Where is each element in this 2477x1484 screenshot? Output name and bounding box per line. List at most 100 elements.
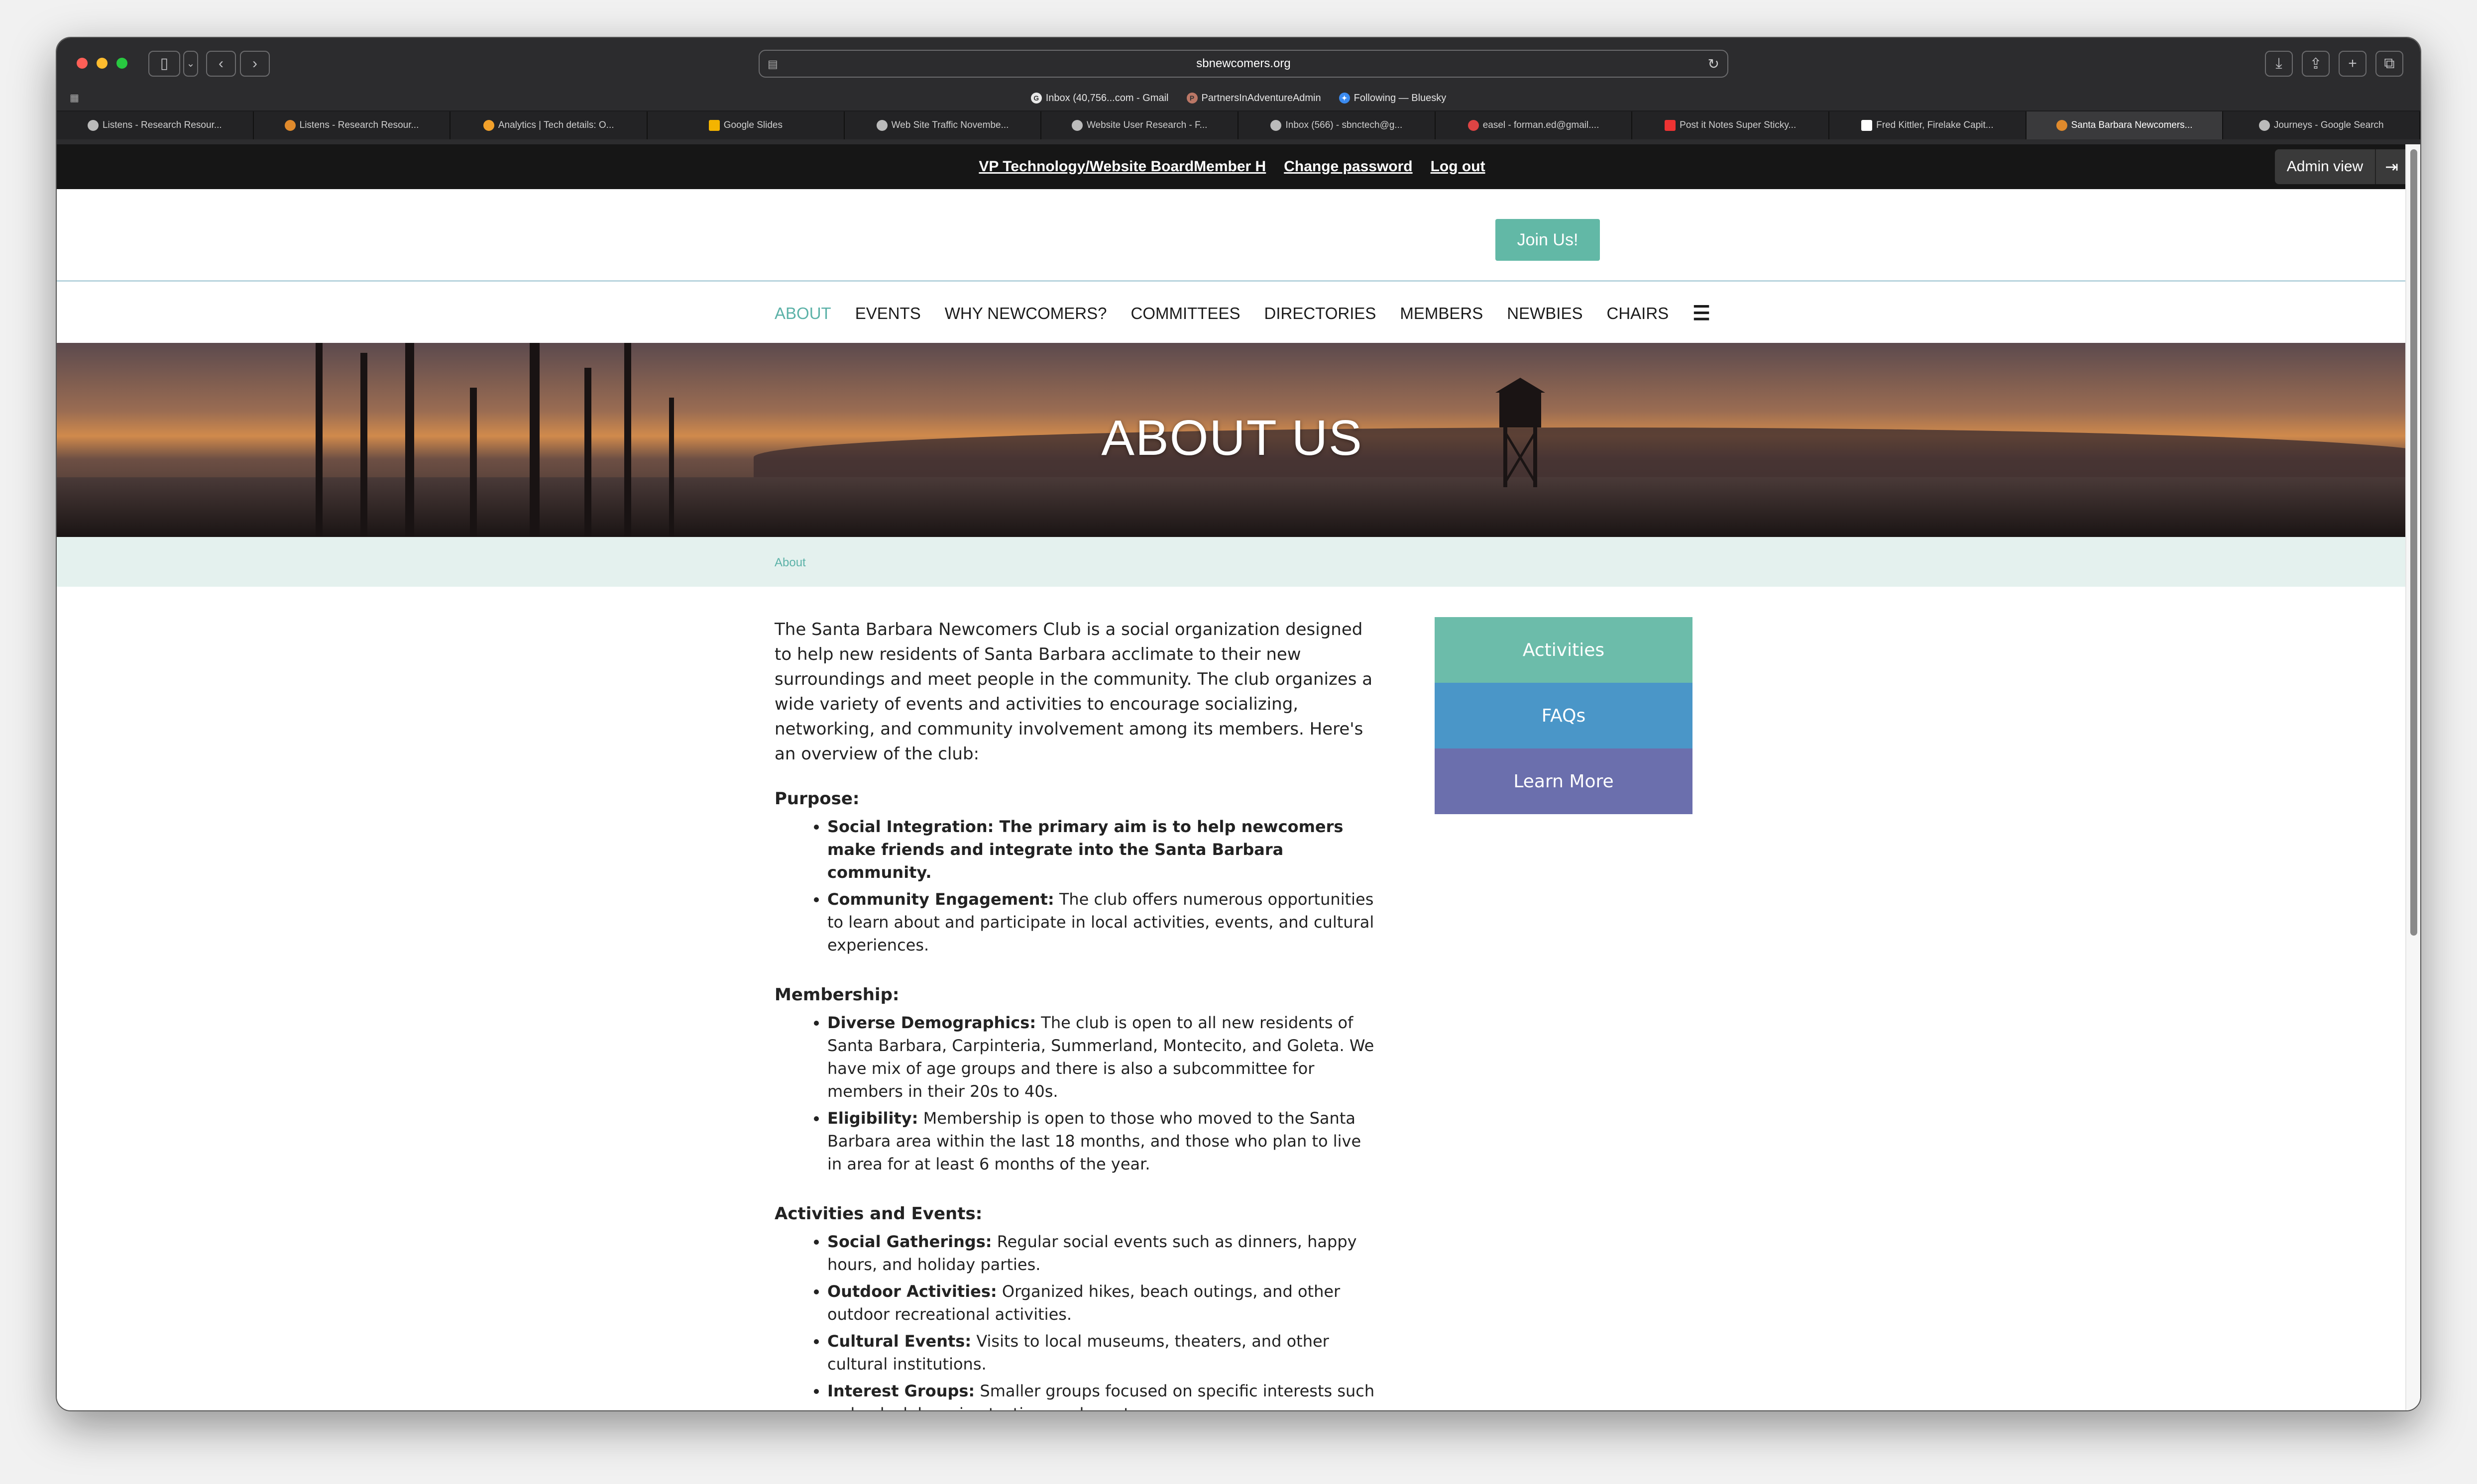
tab-web-traffic[interactable]: Web Site Traffic Novembe... [844,111,1042,139]
hamburger-icon[interactable]: ☰ [1692,302,1710,325]
tab-analytics[interactable]: Analytics | Tech details: O... [450,111,648,139]
page-title: ABOUT US [1101,410,1363,466]
favorite-gmail[interactable]: G Inbox (40,756...com - Gmail [1030,93,1169,104]
download-icon[interactable]: ⤓ [2265,51,2293,77]
browser-toolbar: ▯ ⌄ ‹ › ▤ sbnewcomers.org ↻ ⤓ ⇪ + ⧉ ▦ GI… [57,38,2420,144]
sidebar-menu: Activities FAQs Learn More [1435,617,1692,814]
nav-events[interactable]: EVENTS [855,304,921,323]
intro-paragraph: The Santa Barbara Newcomers Club is a so… [775,620,1373,764]
list-item-term: Cultural Events: [827,1332,972,1351]
nav-members[interactable]: MEMBERS [1400,304,1483,323]
tab-post-it[interactable]: Post it Notes Super Sticky... [1632,111,1830,139]
admin-view-button[interactable]: Admin view ⇥ [2274,149,2407,184]
main-nav: ABOUT EVENTS WHY NEWCOMERS? COMMITTEES D… [57,283,2407,343]
change-password-link[interactable]: Change password [1284,158,1412,175]
google-icon [2258,120,2270,131]
list-item: Social Gatherings: Regular social events… [827,1230,1377,1276]
list-item: Social Integration: The primary aim is t… [827,815,1377,884]
tab-easel[interactable]: easel - forman.ed@gmail.... [1435,111,1633,139]
chevron-down-icon[interactable]: ⌄ [183,51,198,77]
nav-committees[interactable]: COMMITTEES [1130,304,1240,323]
tab-listens-1[interactable]: Listens - Research Resour... [57,111,254,139]
nav-directories[interactable]: DIRECTORIES [1264,304,1376,323]
faqs-button[interactable]: FAQs [1435,683,1692,748]
close-window-button[interactable] [77,58,88,69]
membership-list: Diverse Demographics: The club is open t… [827,1011,1377,1175]
bluesky-icon: ✦ [1339,93,1350,104]
back-button[interactable]: ‹ [206,51,236,77]
tab-favicon-icon [1861,120,1873,131]
tab-fred-kittler[interactable]: Fred Kittler, Firelake Capit... [1829,111,2027,139]
tab-google-slides[interactable]: Google Slides [648,111,845,139]
list-item-term: Social Integration: [827,817,994,836]
list-item: Interest Groups: Smaller groups focused … [827,1379,1377,1410]
list-item-term: Diverse Demographics: [827,1013,1036,1032]
activities-button[interactable]: Activities [1435,617,1692,683]
tab-inbox[interactable]: Inbox (566) - sbnctech@g... [1238,111,1436,139]
sidebar-toggle-icon[interactable]: ▯ [148,51,180,77]
favorite-partners[interactable]: P PartnersInAdventureAdmin [1186,93,1321,104]
favorite-bluesky[interactable]: ✦ Following — Bluesky [1339,93,1446,104]
list-item-term: Community Engagement: [827,890,1054,909]
tab-bar: Listens - Research Resour... Listens - R… [57,110,2420,139]
forward-button[interactable]: › [240,51,270,77]
activities-heading: Activities and Events: [775,1204,983,1224]
new-tab-icon[interactable]: + [2339,51,2366,77]
google-icon: G [1030,93,1042,104]
google-icon [1270,120,1282,131]
scrollbar-thumb[interactable] [2410,149,2417,936]
list-item: Diverse Demographics: The club is open t… [827,1011,1377,1103]
admin-view-label: Admin view [2286,158,2364,175]
tab-santa-barbara-newcomers[interactable]: Santa Barbara Newcomers... [2026,111,2224,139]
list-item: Cultural Events: Visits to local museums… [827,1330,1377,1376]
partners-icon: P [1186,93,1198,104]
hero-banner: ABOUT US [57,343,2407,537]
purpose-list: Social Integration: The primary aim is t… [827,815,1377,956]
logout-link[interactable]: Log out [1431,158,1485,175]
web-page: VP Technology/Website BoardMember H Chan… [57,144,2407,1410]
activities-list: Social Gatherings: Regular social events… [827,1230,1377,1410]
list-item-term: Interest Groups: [827,1381,975,1400]
tab-listens-2[interactable]: Listens - Research Resour... [253,111,451,139]
purpose-heading: Purpose: [775,789,860,809]
url-text: sbnewcomers.org [1196,57,1291,70]
member-profile-link[interactable]: VP Technology/Website BoardMember H [979,158,1266,175]
tab-favicon-icon [1071,120,1083,131]
site-header: Join Us! [57,189,2407,282]
join-us-button[interactable]: Join Us! [1495,219,1600,261]
list-item-term: Social Gatherings: [827,1232,992,1251]
nav-chairs[interactable]: CHAIRS [1606,304,1669,323]
exit-icon[interactable]: ⇥ [2375,149,2407,184]
nav-about[interactable]: ABOUT [775,304,831,323]
tab-journeys[interactable]: Journeys - Google Search [2223,111,2420,139]
tab-favicon-icon [87,120,99,131]
browser-window: ▯ ⌄ ‹ › ▤ sbnewcomers.org ↻ ⤓ ⇪ + ⧉ ▦ GI… [56,37,2421,1411]
list-item: Community Engagement: The club offers nu… [827,888,1377,956]
favorites-bar: G Inbox (40,756...com - Gmail P PartnersIn… [57,90,2420,106]
membership-heading: Membership: [775,985,900,1005]
slides-icon [708,120,720,131]
zoom-window-button[interactable] [116,58,127,69]
list-item-term: Outdoor Activities: [827,1282,997,1301]
breadcrumb: About [57,537,2407,587]
share-icon[interactable]: ⇪ [2302,51,2330,77]
address-bar[interactable]: ▤ sbnewcomers.org ↻ [759,50,1728,78]
tab-favicon-icon [284,120,296,131]
list-item: Eligibility: Membership is open to those… [827,1107,1377,1175]
tab-favicon-icon [876,120,888,131]
list-item: Outdoor Activities: Organized hikes, bea… [827,1280,1377,1326]
tab-favicon-icon [1665,120,1676,131]
minimize-window-button[interactable] [97,58,108,69]
tab-user-research[interactable]: Website User Research - F... [1041,111,1239,139]
learn-more-button[interactable]: Learn More [1435,748,1692,814]
list-item-term: Eligibility: [827,1109,918,1128]
gmail-icon [1467,120,1479,131]
nav-why-newcomers[interactable]: WHY NEWCOMERS? [945,304,1107,323]
site-settings-icon[interactable]: ▤ [768,58,778,71]
reload-icon[interactable]: ↻ [1708,56,1719,72]
breadcrumb-about[interactable]: About [775,556,806,570]
main-content: The Santa Barbara Newcomers Club is a so… [775,617,1377,1410]
page-scrollbar[interactable] [2405,144,2420,1410]
tab-overview-icon[interactable]: ⧉ [2375,51,2403,77]
nav-newbies[interactable]: NEWBIES [1507,304,1582,323]
